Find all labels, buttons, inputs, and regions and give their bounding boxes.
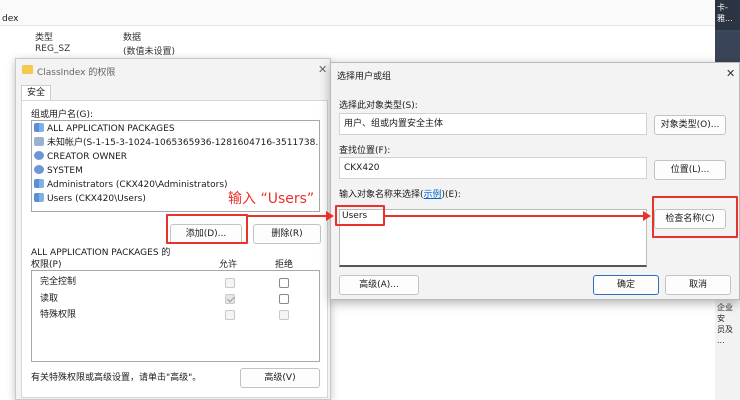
group-icon bbox=[34, 123, 44, 132]
close-icon[interactable]: ✕ bbox=[726, 67, 735, 80]
permission-row: 完全控制 bbox=[40, 275, 310, 289]
select-dialog-title: 选择用户或组 bbox=[337, 72, 392, 82]
permission-name: 读取 bbox=[40, 294, 59, 304]
allow-column: 允许 bbox=[219, 260, 238, 270]
user-name: SYSTEM bbox=[47, 166, 83, 176]
annotation-arrow-line bbox=[248, 215, 332, 217]
user-name: 未知帐户(S-1-15-3-1024-1065365936-1281604716… bbox=[47, 138, 318, 148]
background-window-panel bbox=[715, 32, 740, 62]
list-item[interactable]: ALL APPLICATION PACKAGES bbox=[34, 122, 318, 136]
permissions-label: 权限(P) bbox=[31, 260, 62, 270]
advanced-hint: 有关特殊权限或高级设置，请单击"高级"。 bbox=[31, 373, 202, 383]
permissions-title: ClassIndex 的权限 bbox=[37, 68, 116, 78]
highlight-names-input bbox=[335, 205, 385, 226]
annotation-arrow-line-2 bbox=[385, 215, 645, 217]
permission-name: 完全控制 bbox=[40, 277, 77, 287]
object-types-button[interactable]: 对象类型(O)... bbox=[654, 115, 726, 135]
object-names-label-text: 输入对象名称来选择( bbox=[339, 190, 424, 200]
registry-title-bar: dex bbox=[0, 0, 715, 26]
bg-text-2: 员及 bbox=[717, 325, 733, 334]
highlight-add-button bbox=[166, 214, 248, 244]
cancel-button[interactable]: 取消 bbox=[665, 275, 731, 295]
column-type[interactable]: 类型 bbox=[35, 30, 53, 43]
deny-checkbox[interactable] bbox=[279, 278, 289, 288]
registry-value-row[interactable]: REG_SZ (数值未设置) bbox=[0, 44, 715, 57]
group-icon bbox=[34, 179, 44, 188]
permissions-title-bar: ClassIndex 的权限 ✕ bbox=[16, 59, 330, 83]
background-window-title: 卡-雅... bbox=[715, 0, 740, 30]
annotation-arrow-head bbox=[326, 211, 334, 221]
list-item[interactable]: 未知帐户(S-1-15-3-1024-1065365936-1281604716… bbox=[34, 136, 318, 150]
permission-row: 特殊权限 bbox=[40, 308, 310, 322]
object-type-label: 选择此对象类型(S): bbox=[339, 101, 418, 111]
registry-title-fragment: dex bbox=[2, 14, 19, 24]
value-type: REG_SZ bbox=[35, 44, 71, 54]
user-icon bbox=[34, 165, 44, 174]
list-item[interactable]: CREATOR OWNER bbox=[34, 150, 318, 164]
deny-column: 拒绝 bbox=[275, 260, 294, 270]
location-field: CKX420 bbox=[339, 157, 647, 179]
allow-checkbox[interactable] bbox=[225, 310, 235, 320]
annotation-arrow-head-2 bbox=[643, 211, 651, 221]
registry-column-headers: 类型 数据 bbox=[0, 28, 715, 43]
object-names-label-suffix: )(E): bbox=[441, 190, 461, 200]
bg-text-3: ... bbox=[717, 336, 725, 345]
advanced-button[interactable]: 高级(A)... bbox=[339, 275, 419, 295]
location-label: 查找位置(F): bbox=[339, 146, 391, 156]
object-names-label: 输入对象名称来选择(示例)(E): bbox=[339, 187, 461, 200]
allow-checkbox[interactable] bbox=[225, 294, 235, 304]
deny-checkbox[interactable] bbox=[279, 294, 289, 304]
folder-icon bbox=[22, 65, 33, 74]
locations-button[interactable]: 位置(L)... bbox=[654, 160, 726, 180]
user-name: Administrators (CKX420\Administrators) bbox=[47, 180, 228, 190]
deny-checkbox[interactable] bbox=[279, 310, 289, 320]
group-user-label: 组或用户名(G): bbox=[31, 110, 94, 120]
user-name: Users (CKX420\Users) bbox=[47, 194, 146, 204]
background-window-text: 企业安 员及 ... bbox=[715, 300, 740, 400]
permission-name: 特殊权限 bbox=[40, 310, 77, 320]
user-icon bbox=[34, 151, 44, 160]
object-type-field: 用户、组或内置安全主体 bbox=[339, 113, 647, 135]
permissions-listbox[interactable]: 完全控制 读取 特殊权限 bbox=[31, 270, 320, 362]
user-name: CREATOR OWNER bbox=[47, 152, 128, 162]
remove-button[interactable]: 删除(R) bbox=[253, 224, 321, 244]
value-data: (数值未设置) bbox=[123, 47, 176, 57]
select-users-dialog: 选择用户或组 ✕ 选择此对象类型(S): 用户、组或内置安全主体 对象类型(O)… bbox=[330, 62, 740, 300]
user-name: ALL APPLICATION PACKAGES bbox=[47, 124, 175, 134]
tab-security[interactable]: 安全 bbox=[21, 85, 51, 101]
ok-button[interactable]: 确定 bbox=[593, 275, 659, 295]
object-names-input[interactable]: Users bbox=[339, 209, 647, 267]
permission-row: 读取 bbox=[40, 292, 310, 306]
close-icon[interactable]: ✕ bbox=[318, 63, 327, 76]
group-icon bbox=[34, 193, 44, 202]
highlight-check-names bbox=[652, 196, 738, 238]
list-item[interactable]: SYSTEM bbox=[34, 164, 318, 178]
allow-checkbox[interactable] bbox=[225, 278, 235, 288]
annotation-text: 输入 “Users” bbox=[228, 191, 315, 207]
bg-text-1: 企业安 bbox=[717, 303, 733, 323]
unknown-account-icon bbox=[34, 137, 44, 146]
column-data[interactable]: 数据 bbox=[123, 30, 141, 43]
advanced-button[interactable]: 高级(V) bbox=[240, 368, 320, 388]
examples-link[interactable]: 示例 bbox=[424, 190, 442, 200]
